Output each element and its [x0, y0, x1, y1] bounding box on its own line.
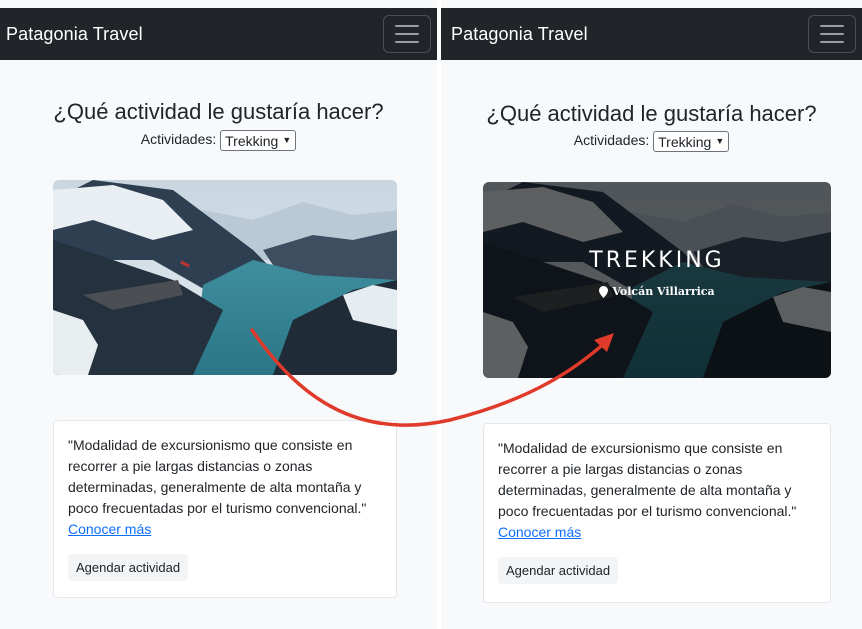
activity-select[interactable]: Trekking ▼	[653, 131, 730, 152]
selected-activity: Trekking	[658, 133, 712, 150]
activity-selector: Actividades: Trekking ▼	[0, 130, 437, 151]
brand-link[interactable]: Patagonia Travel	[451, 24, 588, 45]
selected-activity: Trekking	[225, 132, 279, 149]
hero-location-label: Volcán Villarrica	[612, 285, 715, 298]
learn-more-link[interactable]: Conocer más	[68, 519, 382, 540]
right-screenshot: Patagonia Travel ¿Qué actividad le gusta…	[441, 0, 862, 629]
hero-title: TREKKING	[589, 248, 725, 273]
page-title: ¿Qué actividad le gustaría hacer?	[486, 101, 817, 126]
schedule-activity-button[interactable]: Agendar actividad	[498, 557, 619, 584]
hamburger-icon[interactable]	[383, 15, 431, 53]
schedule-activity-button[interactable]: Agendar actividad	[68, 554, 189, 581]
map-pin-icon	[599, 285, 609, 298]
brand-link[interactable]: Patagonia Travel	[6, 24, 143, 45]
fjord-photo-darkened	[483, 182, 831, 378]
hamburger-icon[interactable]	[808, 15, 856, 53]
navbar: Patagonia Travel	[441, 8, 862, 60]
fjord-photo	[53, 180, 397, 375]
activity-card: "Modalidad de excursionismo que consiste…	[483, 423, 831, 603]
activity-card: "Modalidad de excursionismo que consiste…	[53, 420, 397, 598]
activity-image-hover[interactable]: TREKKING Volcán Villarrica	[483, 182, 831, 378]
activity-image	[53, 180, 397, 375]
navbar: Patagonia Travel	[0, 8, 437, 60]
activity-select[interactable]: Trekking ▼	[220, 130, 297, 151]
activity-selector: Actividades: Trekking ▼	[441, 131, 862, 152]
selector-label: Actividades:	[140, 131, 217, 148]
activity-description: "Modalidad de excursionismo que consiste…	[498, 440, 797, 519]
chevron-down-icon: ▼	[282, 135, 292, 145]
learn-more-link[interactable]: Conocer más	[498, 522, 816, 543]
left-screenshot: Patagonia Travel ¿Qué actividad le gusta…	[0, 0, 437, 629]
activity-description: "Modalidad de excursionismo que consiste…	[68, 437, 367, 516]
chevron-down-icon: ▼	[715, 136, 725, 146]
hero-location: Volcán Villarrica	[483, 285, 831, 298]
selector-label: Actividades:	[573, 132, 650, 149]
page-title: ¿Qué actividad le gustaría hacer?	[53, 99, 384, 124]
